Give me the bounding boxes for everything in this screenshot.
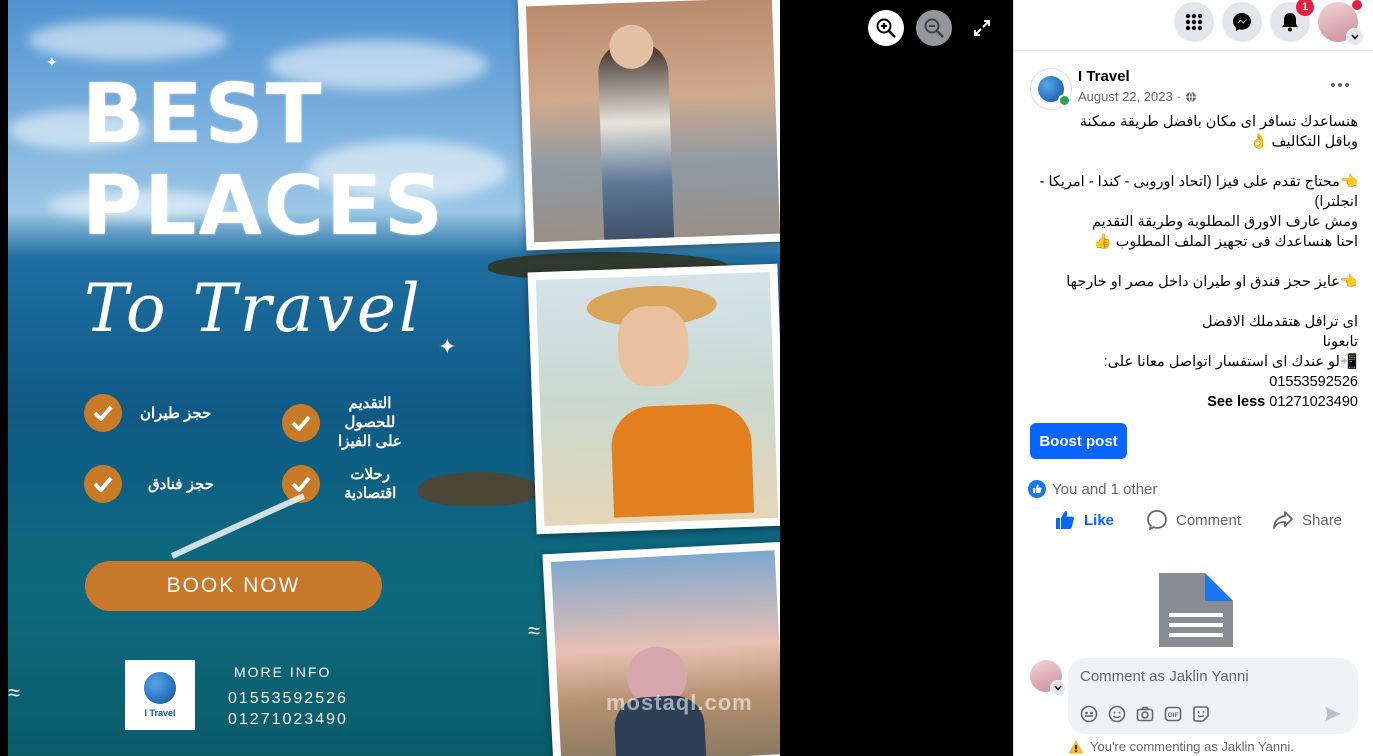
gif-button[interactable]: GIF (1164, 705, 1182, 723)
post-line: هنساعدك تسافر اى مكان بافضل طريقة ممكنة (1079, 114, 1358, 130)
share-button[interactable]: Share (1272, 506, 1342, 534)
like-button[interactable]: Like (1054, 506, 1114, 534)
commenter-avatar[interactable] (1030, 660, 1066, 696)
post-text: هنساعدك تسافر اى مكان بافضل طريقة ممكنة … (1030, 112, 1358, 412)
photo-traveler-hat (527, 263, 780, 535)
photo-viewer: BEST PLACES To Travel ✦ ✦ حجز طيران التق… (0, 0, 1013, 756)
book-now-button: BOOK NOW (85, 561, 382, 611)
camera-icon (1136, 706, 1154, 722)
camera-button[interactable] (1136, 705, 1154, 723)
more-options-button[interactable] (1324, 74, 1356, 96)
menu-button[interactable] (1174, 2, 1214, 42)
avatar-sticker-icon (1080, 705, 1098, 723)
boost-post-button[interactable]: Boost post (1030, 423, 1127, 459)
bell-icon (1282, 13, 1298, 32)
post-date[interactable]: August 22, 2023 (1078, 89, 1173, 104)
fullscreen-button[interactable] (964, 10, 1000, 46)
post-line: ومش عارف الاورق المطلوبة وطريقة التقديم (1091, 214, 1358, 230)
page-avatar[interactable] (1030, 68, 1072, 110)
post-line: تابعونا (1322, 334, 1358, 350)
post-line: اى ترافل هتقدملك الافضل (1202, 314, 1358, 330)
post-line: احنا هنساعدك فى تجهيز الملف المطلوب 👍 (1093, 234, 1358, 250)
post-line (1030, 292, 1358, 312)
thumbs-up-icon (1056, 511, 1074, 529)
sticker-icon (1193, 706, 1209, 722)
like-reaction-icon (1028, 480, 1046, 498)
post-line: 👈محتاج تقدم على فيزا (اتحاد اوروبى - كند… (1039, 174, 1358, 190)
reactions-text: You and 1 other (1052, 480, 1158, 498)
sticker-button[interactable] (1192, 705, 1210, 723)
messenger-icon (1233, 13, 1251, 31)
poster-subtitle: To Travel (84, 270, 423, 347)
more-info-label: MORE INFO (234, 664, 332, 680)
send-comment-button[interactable] (1324, 705, 1342, 723)
share-icon (1273, 511, 1293, 529)
service-flights: حجز طيران (84, 394, 211, 432)
send-icon (1325, 707, 1341, 721)
poster-phone-2: 01271023490 (228, 711, 348, 728)
post-line: 👈عايز حجز فندق او طيران داخل مصر او خارج… (1066, 274, 1358, 290)
post-line: وباقل التكاليف 👌 (1249, 134, 1358, 150)
comment-placeholder: Comment as Jaklin Yanni (1080, 668, 1249, 685)
post-line (1030, 152, 1358, 172)
post-line: 📲لو عندك اى استفسار اتواصل معانا على: (1103, 354, 1358, 370)
post-last-line: See less 01271023490 (1207, 394, 1358, 410)
itravel-logo: I Travel (125, 660, 195, 730)
post-line: 01553592526 (1269, 374, 1358, 390)
warning-icon (1068, 740, 1084, 753)
avatar-sticker-button[interactable] (1080, 705, 1098, 723)
check-icon (282, 403, 320, 442)
zoom-out-button[interactable] (916, 10, 952, 46)
post-meta: August 22, 2023 · (1078, 89, 1197, 104)
service-visa: التقديم للحصول على الفيزا (282, 394, 402, 451)
check-icon (84, 465, 122, 503)
boat-wake (170, 493, 306, 559)
account-menu[interactable] (1318, 0, 1364, 46)
top-bar: 1 (1014, 0, 1373, 51)
travel-poster-image: BEST PLACES To Travel ✦ ✦ حجز طيران التق… (8, 0, 780, 756)
poster-title-line2: PLACES (82, 159, 446, 254)
commenting-notice: You're commenting as Jaklin Yanni. (1068, 739, 1294, 754)
emoji-button[interactable] (1108, 705, 1126, 723)
post-line (1030, 252, 1358, 272)
zoom-in-button[interactable] (868, 10, 904, 46)
reactions-summary[interactable]: You and 1 other (1028, 480, 1157, 498)
zoom-in-icon (876, 18, 896, 38)
svg-text:GIF: GIF (1168, 712, 1179, 719)
fullscreen-icon (974, 20, 990, 36)
grid-menu-icon (1185, 13, 1203, 31)
emoji-icon (1108, 705, 1126, 723)
zoom-out-icon (924, 18, 944, 38)
photo-balloons (542, 541, 780, 756)
chevron-down-icon (1346, 28, 1364, 46)
chevron-down-icon (1050, 680, 1066, 696)
poster-phone-1: 01553592526 (228, 690, 348, 707)
gif-icon: GIF (1164, 706, 1182, 722)
document-icon (1159, 573, 1233, 647)
page-name[interactable]: I Travel (1078, 68, 1130, 85)
comment-button[interactable]: Comment (1146, 506, 1241, 534)
watermark: mostaql.com (606, 690, 753, 715)
post-side-panel: 1 I Travel August 22, 2023 · هنساعدك تسا… (1013, 0, 1373, 756)
notification-badge: 1 (1296, 0, 1314, 16)
check-icon (84, 394, 122, 432)
messenger-button[interactable] (1222, 2, 1262, 42)
see-less-link[interactable]: See less (1207, 394, 1265, 410)
comment-icon (1147, 510, 1167, 531)
notifications-button[interactable]: 1 (1270, 0, 1314, 42)
poster-title-line1: BEST (82, 67, 324, 162)
globe-icon (1186, 91, 1197, 102)
more-icon (1331, 83, 1349, 87)
photo-traveler-city (517, 0, 780, 251)
post-line: انجلترا) (1314, 194, 1358, 210)
